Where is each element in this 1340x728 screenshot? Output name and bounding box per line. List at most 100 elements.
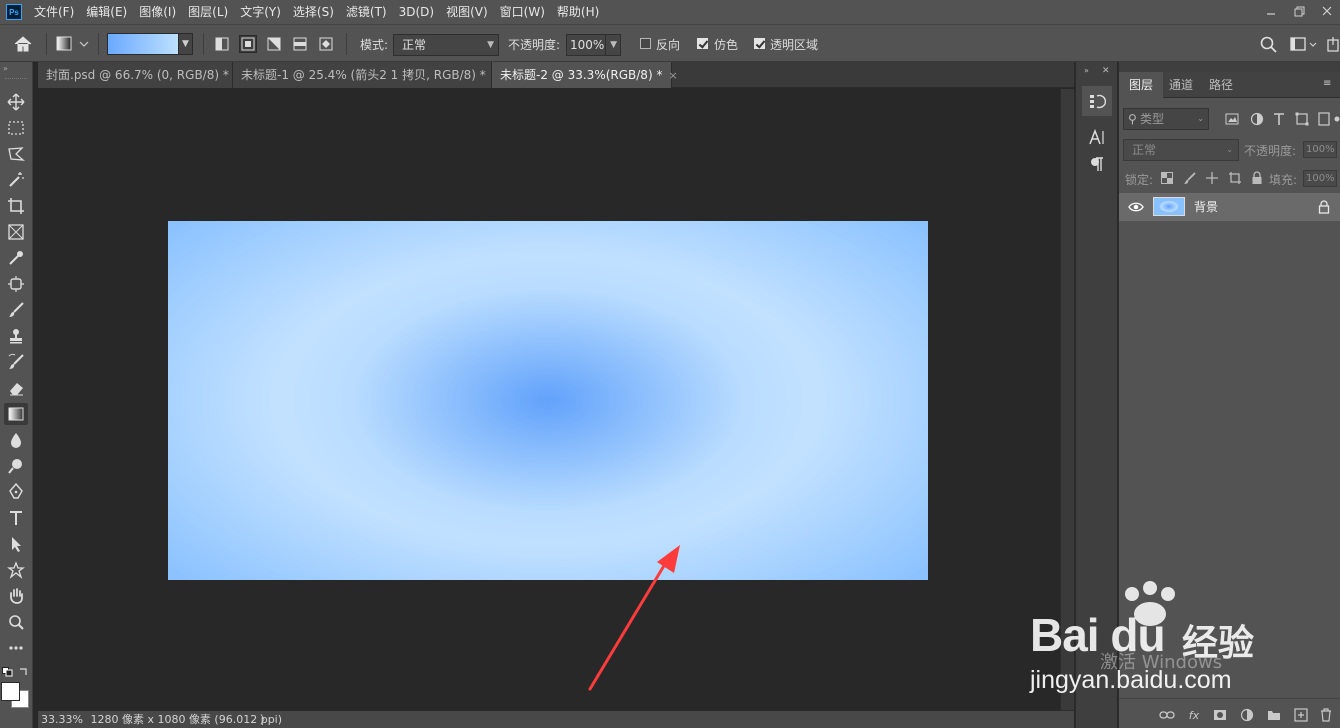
fill-input[interactable]: 100% xyxy=(1303,170,1337,187)
layer-style-fx-icon[interactable]: fx xyxy=(1184,706,1204,724)
frame-tool-icon[interactable] xyxy=(4,221,28,243)
crop-tool-icon[interactable] xyxy=(4,195,28,217)
layer-filter-select[interactable]: ⚲ 类型 ⌄ xyxy=(1123,108,1209,130)
status-menu-chevron-icon[interactable]: 〉 xyxy=(260,711,271,728)
home-icon[interactable] xyxy=(12,34,34,54)
menu-filter[interactable]: 滤镜(T) xyxy=(340,0,393,24)
filter-shape-icon[interactable] xyxy=(1293,110,1311,128)
lock-image-pixels-icon[interactable] xyxy=(1182,170,1198,186)
healing-brush-tool-icon[interactable] xyxy=(4,273,28,295)
lock-transparent-pixels-icon[interactable] xyxy=(1159,170,1175,186)
character-panel-icon[interactable] xyxy=(1082,122,1112,152)
opacity-input[interactable]: 100% xyxy=(566,34,606,56)
lock-artboard-icon[interactable] xyxy=(1227,170,1243,186)
blur-tool-icon[interactable] xyxy=(4,429,28,451)
minimize-icon[interactable] xyxy=(1256,0,1286,22)
marquee-tool-icon[interactable] xyxy=(4,117,28,139)
search-icon[interactable] xyxy=(1259,35,1279,53)
dodge-tool-icon[interactable] xyxy=(4,455,28,477)
diamond-gradient-button[interactable] xyxy=(317,35,335,53)
workspace-switcher-icon[interactable] xyxy=(1289,35,1319,53)
tab-paths[interactable]: 路径 xyxy=(1199,72,1243,98)
tool-preset-picker[interactable] xyxy=(56,35,92,53)
collapse-toolbar-icon[interactable]: » xyxy=(3,64,8,73)
lock-position-icon[interactable] xyxy=(1204,170,1220,186)
history-panel-icon[interactable] xyxy=(1082,86,1112,116)
tab-layers[interactable]: 图层 xyxy=(1119,72,1164,98)
new-group-folder-icon[interactable] xyxy=(1264,706,1284,724)
layer-thumbnail[interactable] xyxy=(1153,197,1185,216)
menu-layer[interactable]: 图层(L) xyxy=(182,0,234,24)
history-brush-tool-icon[interactable] xyxy=(4,351,28,373)
tab-untitled-1[interactable]: 未标题-1 @ 25.4% (箭头2 1 拷贝, RGB/8) *× xyxy=(233,62,501,88)
clone-stamp-tool-icon[interactable] xyxy=(4,325,28,347)
path-selection-tool-icon[interactable] xyxy=(4,533,28,555)
angle-gradient-button[interactable] xyxy=(265,35,283,53)
close-panel-icon[interactable]: ✕ xyxy=(1102,66,1110,76)
gradient-dropdown-chevron-icon[interactable]: ▼ xyxy=(178,33,193,55)
shape-tool-icon[interactable] xyxy=(4,559,28,581)
menu-image[interactable]: 图像(I) xyxy=(133,0,182,24)
expand-panels-icon[interactable]: » xyxy=(1084,66,1089,75)
dither-checkbox[interactable] xyxy=(697,38,708,49)
zoom-level[interactable]: 33.33% xyxy=(41,713,83,726)
gradient-tool-icon[interactable] xyxy=(4,403,28,425)
menu-window[interactable]: 窗口(W) xyxy=(494,0,551,24)
type-tool-icon[interactable] xyxy=(4,507,28,529)
filter-smart-object-icon[interactable] xyxy=(1315,110,1333,128)
filter-pixel-icon[interactable] xyxy=(1223,110,1241,128)
link-layers-icon[interactable] xyxy=(1157,706,1177,724)
linear-gradient-button[interactable] xyxy=(213,35,231,53)
filter-toggle[interactable] xyxy=(1334,112,1340,126)
zoom-tool-icon[interactable] xyxy=(4,611,28,633)
close-window-icon[interactable] xyxy=(1312,0,1340,22)
restore-icon[interactable] xyxy=(1284,0,1314,22)
paragraph-panel-icon[interactable] xyxy=(1082,149,1112,179)
more-tools-icon[interactable] xyxy=(4,637,28,659)
menu-3d[interactable]: 3D(D) xyxy=(393,0,440,24)
adjustment-layer-icon[interactable] xyxy=(1237,706,1257,724)
filter-adjustment-icon[interactable] xyxy=(1248,110,1266,128)
new-layer-icon[interactable] xyxy=(1291,706,1311,724)
layer-row[interactable]: 背景 xyxy=(1119,193,1340,221)
magic-wand-tool-icon[interactable] xyxy=(4,169,28,191)
lasso-tool-icon[interactable] xyxy=(4,143,28,165)
reflected-gradient-button[interactable] xyxy=(291,35,309,53)
blend-mode-select[interactable]: 正常 ⌄ xyxy=(1123,139,1239,161)
eraser-tool-icon[interactable] xyxy=(4,377,28,399)
brush-tool-icon[interactable] xyxy=(4,299,28,321)
hand-tool-icon[interactable] xyxy=(4,585,28,607)
layer-name[interactable]: 背景 xyxy=(1194,193,1218,221)
transparency-checkbox[interactable] xyxy=(754,38,765,49)
menu-select[interactable]: 选择(S) xyxy=(287,0,340,24)
move-tool-icon[interactable] xyxy=(4,91,28,113)
tab-untitled-2[interactable]: 未标题-2 @ 33.3%(RGB/8) * × xyxy=(492,62,678,88)
swap-colors-icon[interactable] xyxy=(18,666,30,676)
menu-help[interactable]: 帮助(H) xyxy=(551,0,605,24)
panel-menu-icon[interactable]: ≡ xyxy=(1323,78,1331,89)
add-mask-icon[interactable] xyxy=(1210,706,1230,724)
menu-edit[interactable]: 编辑(E) xyxy=(80,0,133,24)
menu-type[interactable]: 文字(Y) xyxy=(234,0,287,24)
default-colors-icon[interactable] xyxy=(2,666,14,677)
canvas-area[interactable] xyxy=(38,89,1060,710)
layer-opacity-input[interactable]: 100% xyxy=(1303,141,1337,158)
tab-cover-psd[interactable]: 封面.psd @ 66.7% (0, RGB/8) *× xyxy=(38,62,244,88)
vertical-scrollbar[interactable] xyxy=(1060,89,1074,710)
gradient-preview[interactable] xyxy=(107,33,179,55)
eyedropper-tool-icon[interactable] xyxy=(4,247,28,269)
pen-tool-icon[interactable] xyxy=(4,481,28,503)
menu-file[interactable]: 文件(F) xyxy=(28,0,80,24)
mode-select[interactable]: 正常 ▼ xyxy=(393,34,499,56)
close-tab-icon[interactable]: × xyxy=(668,69,677,82)
menu-view[interactable]: 视图(V) xyxy=(440,0,494,24)
opacity-dropdown[interactable]: ▼ xyxy=(605,34,621,56)
lock-all-icon[interactable] xyxy=(1249,170,1265,186)
tab-channels[interactable]: 通道 xyxy=(1159,72,1203,98)
eye-visibility-icon[interactable] xyxy=(1128,200,1144,214)
share-icon[interactable] xyxy=(1326,35,1340,53)
radial-gradient-button[interactable] xyxy=(239,35,257,53)
delete-layer-trash-icon[interactable] xyxy=(1316,706,1336,724)
filter-type-icon[interactable] xyxy=(1270,110,1288,128)
foreground-color-swatch[interactable] xyxy=(1,682,20,701)
